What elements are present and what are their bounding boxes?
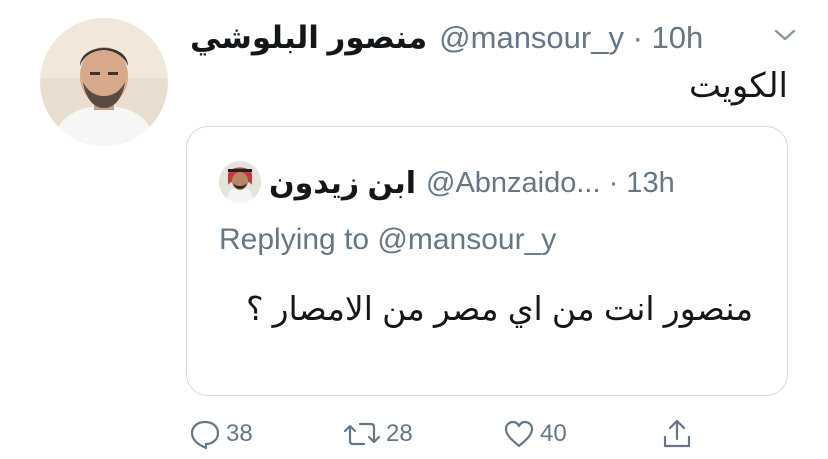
share-button[interactable] [660,414,694,454]
quoted-tweet[interactable]: ابن زيدون @Abnzaido... · 13h Replying to… [186,126,788,396]
retweet-button[interactable]: 28 [342,414,413,454]
tweet-text: الكويت [689,67,788,105]
like-count: 40 [540,420,567,447]
action-bar: 38 28 40 [186,414,726,454]
author-name[interactable]: منصور البلوشي [190,20,427,56]
share-icon [663,419,691,448]
handle-time[interactable]: @mansour_y · 10h [439,20,703,56]
like-icon [504,420,534,448]
retweet-icon [343,422,381,446]
replying-to[interactable]: Replying to @mansour_y [219,223,556,257]
reply-icon [190,420,220,450]
chevron-down-icon[interactable] [772,26,798,44]
tweet-header: منصور البلوشي @mansour_y · 10h [190,14,800,62]
quoted-avatar[interactable] [219,161,261,203]
avatar[interactable] [40,18,168,146]
quoted-author-name[interactable]: ابن زيدون [269,166,416,201]
retweet-count: 28 [386,420,413,447]
quoted-text: منصور انت من اي مصر من الامصار ؟ [245,290,753,327]
quoted-header: ابن زيدون @Abnzaido... · 13h [269,161,675,205]
like-button[interactable]: 40 [502,414,567,454]
avatar-photo [40,18,168,146]
quoted-handle-time[interactable]: @Abnzaido... · 13h [426,167,675,200]
quoted-avatar-photo [219,161,261,203]
reply-button[interactable]: 38 [188,414,253,454]
reply-count: 38 [226,420,253,447]
